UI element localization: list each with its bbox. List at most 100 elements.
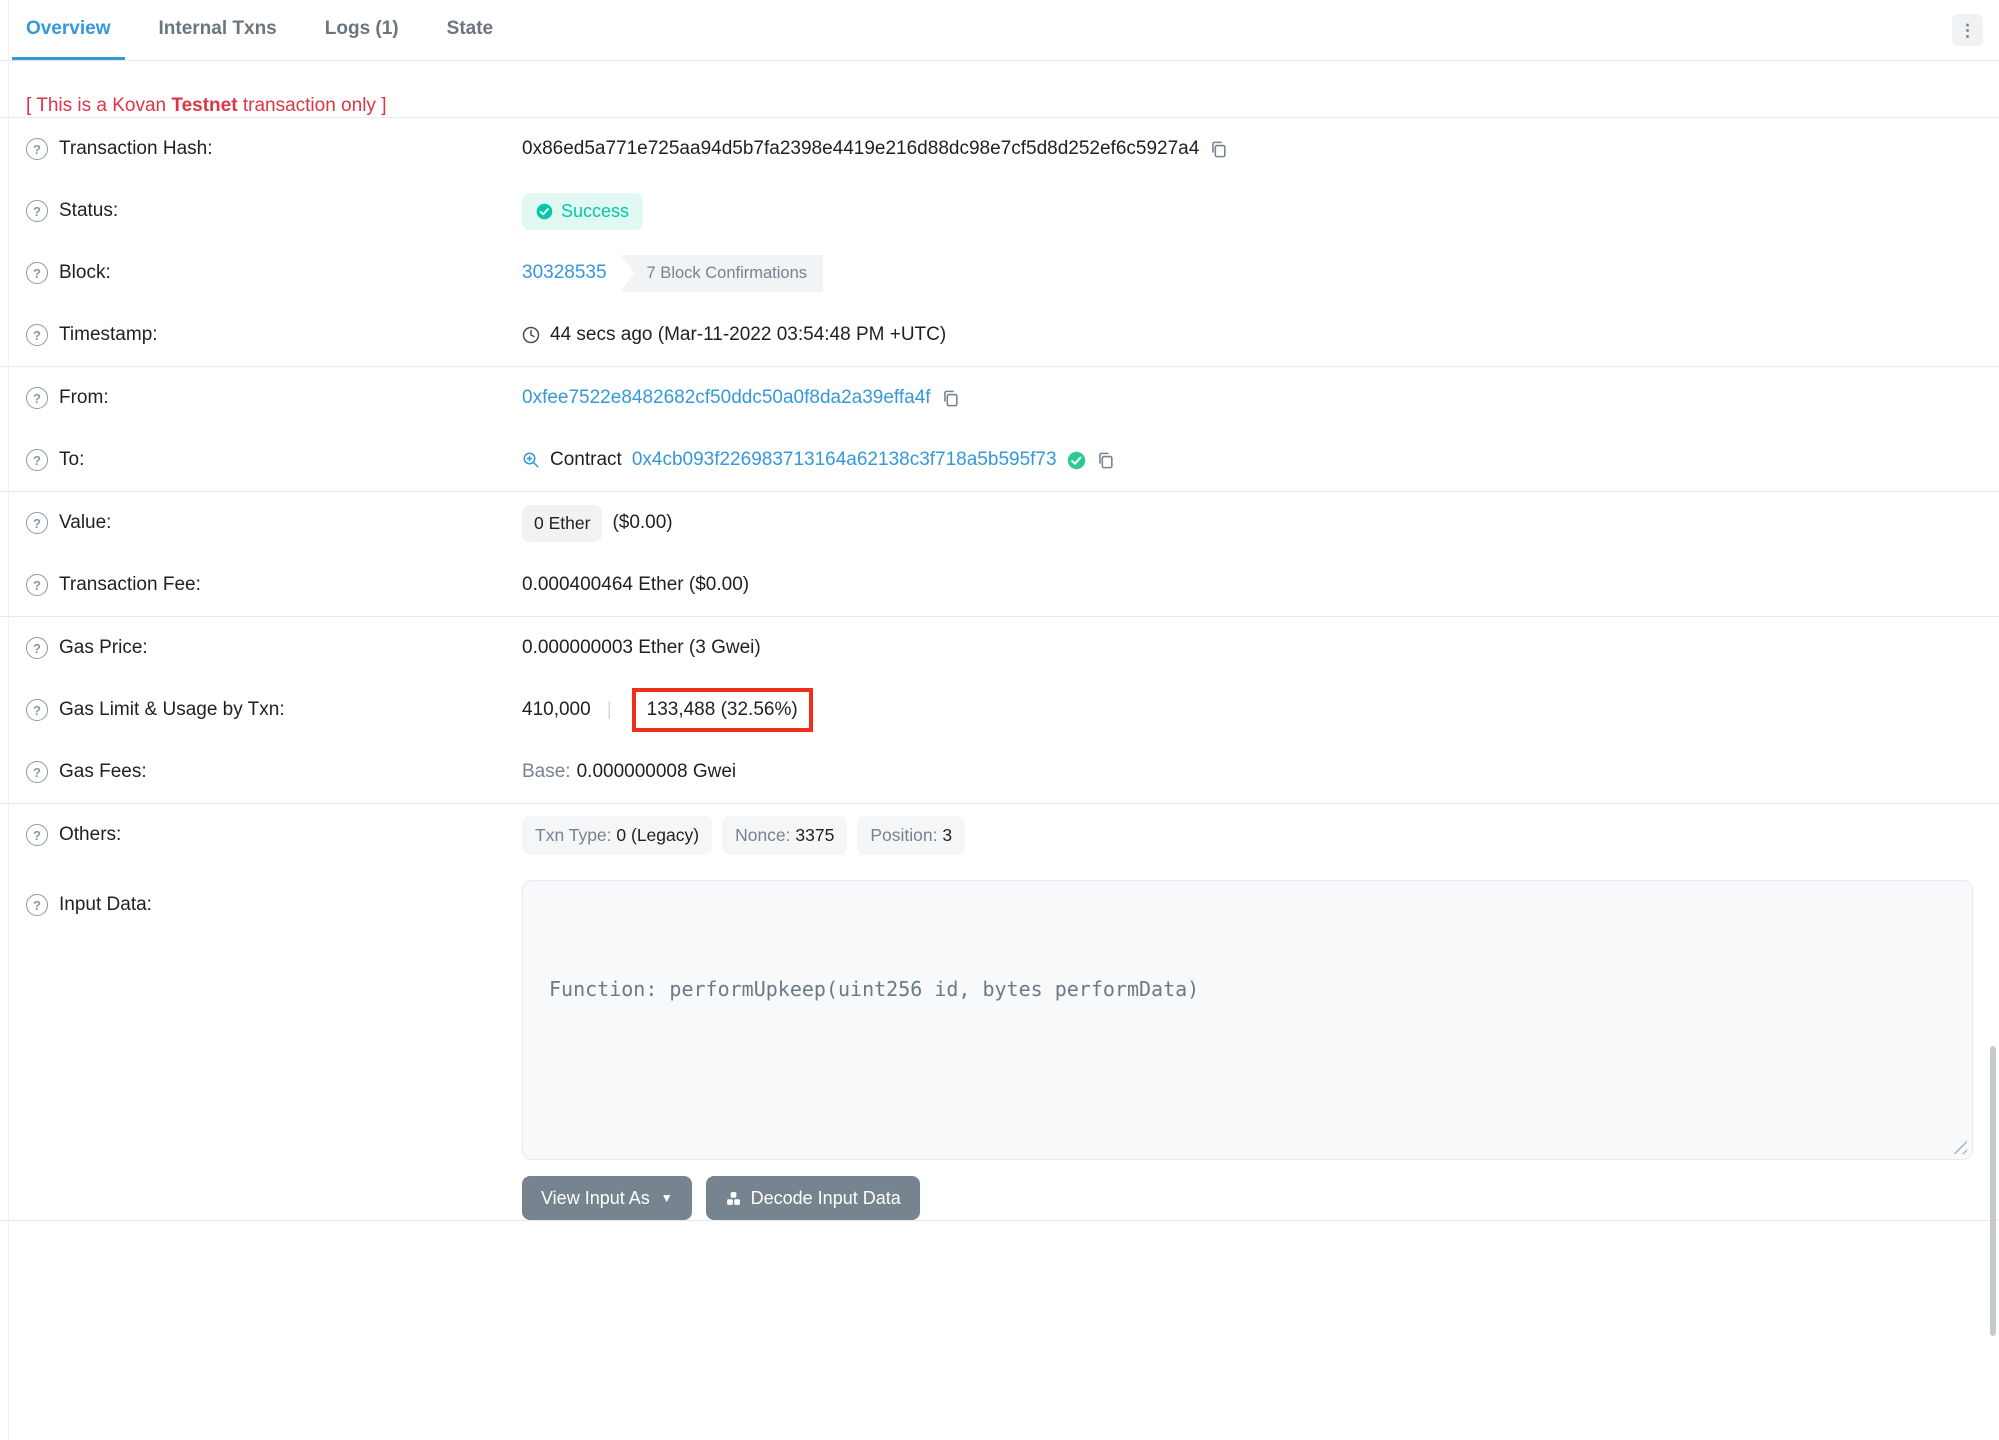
row-value: ? Value: 0 Ether ($0.00) [0, 492, 1999, 554]
testnet-notice-suffix: transaction only ] [237, 95, 387, 116]
from-address-link[interactable]: 0xfee7522e8482682cf50ddc50a0f8da2a39effa… [522, 387, 931, 409]
tab-state[interactable]: State [433, 0, 507, 60]
help-icon[interactable]: ? [26, 824, 48, 846]
gas-separator: | [606, 699, 612, 720]
tab-internal-txns[interactable]: Internal Txns [145, 0, 291, 60]
view-input-as-button[interactable]: View Input As ▼ [522, 1176, 692, 1220]
page-scrollbar-thumb[interactable] [1990, 1046, 1996, 1336]
input-data-textarea[interactable]: Function: performUpkeep(uint256 id, byte… [522, 880, 1973, 1160]
txn-type-badge: Txn Type: 0 (Legacy) [522, 815, 713, 855]
to-contract-prefix: Contract [550, 449, 622, 470]
status-badge-label: Success [561, 200, 630, 221]
row-from: ? From: 0xfee7522e8482682cf50ddc50a0f8da… [0, 367, 1999, 429]
timestamp-label: Timestamp: [59, 324, 158, 345]
transaction-fee-value: 0.000400464 Ether ($0.00) [522, 574, 750, 595]
gas-limit-usage-label: Gas Limit & Usage by Txn: [59, 699, 285, 720]
txn-type-key: Txn Type: [535, 824, 617, 845]
copy-icon [943, 390, 958, 406]
decode-input-data-label: Decode Input Data [750, 1187, 901, 1208]
help-icon[interactable]: ? [26, 324, 48, 346]
tab-logs[interactable]: Logs (1) [311, 0, 413, 60]
testnet-notice-emphasis: Testnet [171, 95, 238, 116]
chevron-down-icon: ▼ [660, 1191, 673, 1205]
copy-icon [1212, 141, 1226, 157]
view-input-as-label: View Input As [541, 1187, 650, 1208]
help-icon[interactable]: ? [26, 894, 48, 916]
status-label: Status: [59, 200, 119, 221]
row-gas-price: ? Gas Price: 0.000000003 Ether (3 Gwei) [0, 617, 1999, 679]
help-icon[interactable]: ? [26, 637, 48, 659]
gas-fees-label: Gas Fees: [59, 761, 147, 782]
gas-fees-base-label: Base: [522, 761, 571, 782]
position-badge: Position: 3 [857, 815, 966, 855]
transaction-hash-value: 0x86ed5a771e725aa94d5b7fa2398e4419e216d8… [522, 138, 1200, 159]
help-icon[interactable]: ? [26, 138, 48, 160]
row-transaction-fee: ? Transaction Fee: 0.000400464 Ether ($0… [0, 554, 1999, 616]
help-icon[interactable]: ? [26, 200, 48, 222]
divider [0, 1220, 1999, 1221]
row-timestamp: ? Timestamp: 44 secs ago (Mar-11-2022 03… [0, 304, 1999, 366]
help-icon[interactable]: ? [26, 512, 48, 534]
input-data-blank-line [549, 1072, 1946, 1105]
input-data-label: Input Data: [59, 894, 152, 915]
value-label: Value: [59, 512, 112, 533]
row-gas-fees: ? Gas Fees: Base: 0.000000008 Gwei [0, 741, 1999, 803]
gas-fees-base-value: 0.000000008 Gwei [576, 761, 737, 782]
decode-input-data-button[interactable]: Decode Input Data [705, 1176, 920, 1220]
position-key: Position: [870, 824, 943, 845]
input-data-actions: View Input As ▼ Decode Input Data [522, 1176, 1999, 1220]
gas-usage-annotation-box: 133,488 (32.56%) [631, 688, 813, 732]
help-icon[interactable]: ? [26, 761, 48, 783]
block-confirmations-badge: 7 Block Confirmations [620, 254, 824, 292]
ether-value-badge: 0 Ether [522, 504, 603, 542]
copy-to-address-button[interactable] [1096, 451, 1115, 470]
testnet-notice: [ This is a Kovan Testnet transaction on… [26, 95, 1973, 117]
row-block: ? Block: 30328535 7 Block Confirmations [0, 242, 1999, 304]
transaction-hash-label: Transaction Hash: [59, 138, 213, 159]
verified-check-icon [1067, 451, 1085, 469]
row-input-data: ? Input Data: Function: performUpkeep(ui… [0, 880, 1999, 1160]
gas-price-label: Gas Price: [59, 637, 148, 658]
copy-transaction-hash-button[interactable] [1209, 140, 1228, 159]
block-number-link[interactable]: 30328535 [522, 262, 607, 284]
help-icon[interactable]: ? [26, 574, 48, 596]
row-gas-limit-usage: ? Gas Limit & Usage by Txn: 410,000 | 13… [0, 679, 1999, 741]
value-usd: ($0.00) [612, 512, 673, 533]
nonce-badge: Nonce: 3375 [722, 815, 848, 855]
card-left-border [8, 0, 9, 1440]
copy-icon [1098, 452, 1113, 468]
row-others: ? Others: Txn Type: 0 (Legacy) Nonce: 33… [0, 804, 1999, 866]
nonce-value: 3375 [795, 824, 835, 845]
help-icon[interactable]: ? [26, 262, 48, 284]
textarea-resize-grip[interactable] [1953, 1140, 1967, 1154]
nonce-key: Nonce: [735, 824, 796, 845]
gas-usage-value: 133,488 (32.56%) [646, 699, 798, 720]
check-circle-icon [536, 203, 553, 219]
testnet-notice-prefix: [ This is a Kovan [26, 95, 172, 116]
zoom-in-contract-button[interactable] [522, 451, 540, 469]
from-label: From: [59, 387, 109, 408]
input-data-function-line: Function: performUpkeep(uint256 id, byte… [549, 977, 1200, 1001]
copy-from-address-button[interactable] [941, 389, 960, 408]
row-to: ? To: Contract 0x4cb093f226983713164a621… [0, 429, 1999, 491]
gas-price-value: 0.000000003 Ether (3 Gwei) [522, 637, 761, 658]
to-label: To: [59, 449, 85, 470]
row-status: ? Status: Success [0, 180, 1999, 242]
row-transaction-hash: ? Transaction Hash: 0x86ed5a771e725aa94d… [0, 118, 1999, 180]
magnifier-plus-icon [523, 452, 539, 468]
transaction-fee-label: Transaction Fee: [59, 574, 201, 595]
transaction-tab-bar: Overview Internal Txns Logs (1) State ⋮ [0, 0, 1999, 61]
cubes-icon [726, 1191, 740, 1205]
others-label: Others: [59, 824, 122, 845]
position-value: 3 [942, 824, 953, 845]
more-options-kebab-button[interactable]: ⋮ [1952, 14, 1983, 46]
to-address-link[interactable]: 0x4cb093f226983713164a62138c3f718a5b595f… [632, 449, 1057, 471]
help-icon[interactable]: ? [26, 449, 48, 471]
clock-icon [522, 326, 540, 344]
help-icon[interactable]: ? [26, 699, 48, 721]
status-badge: Success [522, 192, 644, 230]
tab-overview[interactable]: Overview [12, 0, 125, 60]
timestamp-value: 44 secs ago (Mar-11-2022 03:54:48 PM +UT… [550, 324, 947, 345]
txn-type-value: 0 (Legacy) [616, 824, 700, 845]
help-icon[interactable]: ? [26, 387, 48, 409]
